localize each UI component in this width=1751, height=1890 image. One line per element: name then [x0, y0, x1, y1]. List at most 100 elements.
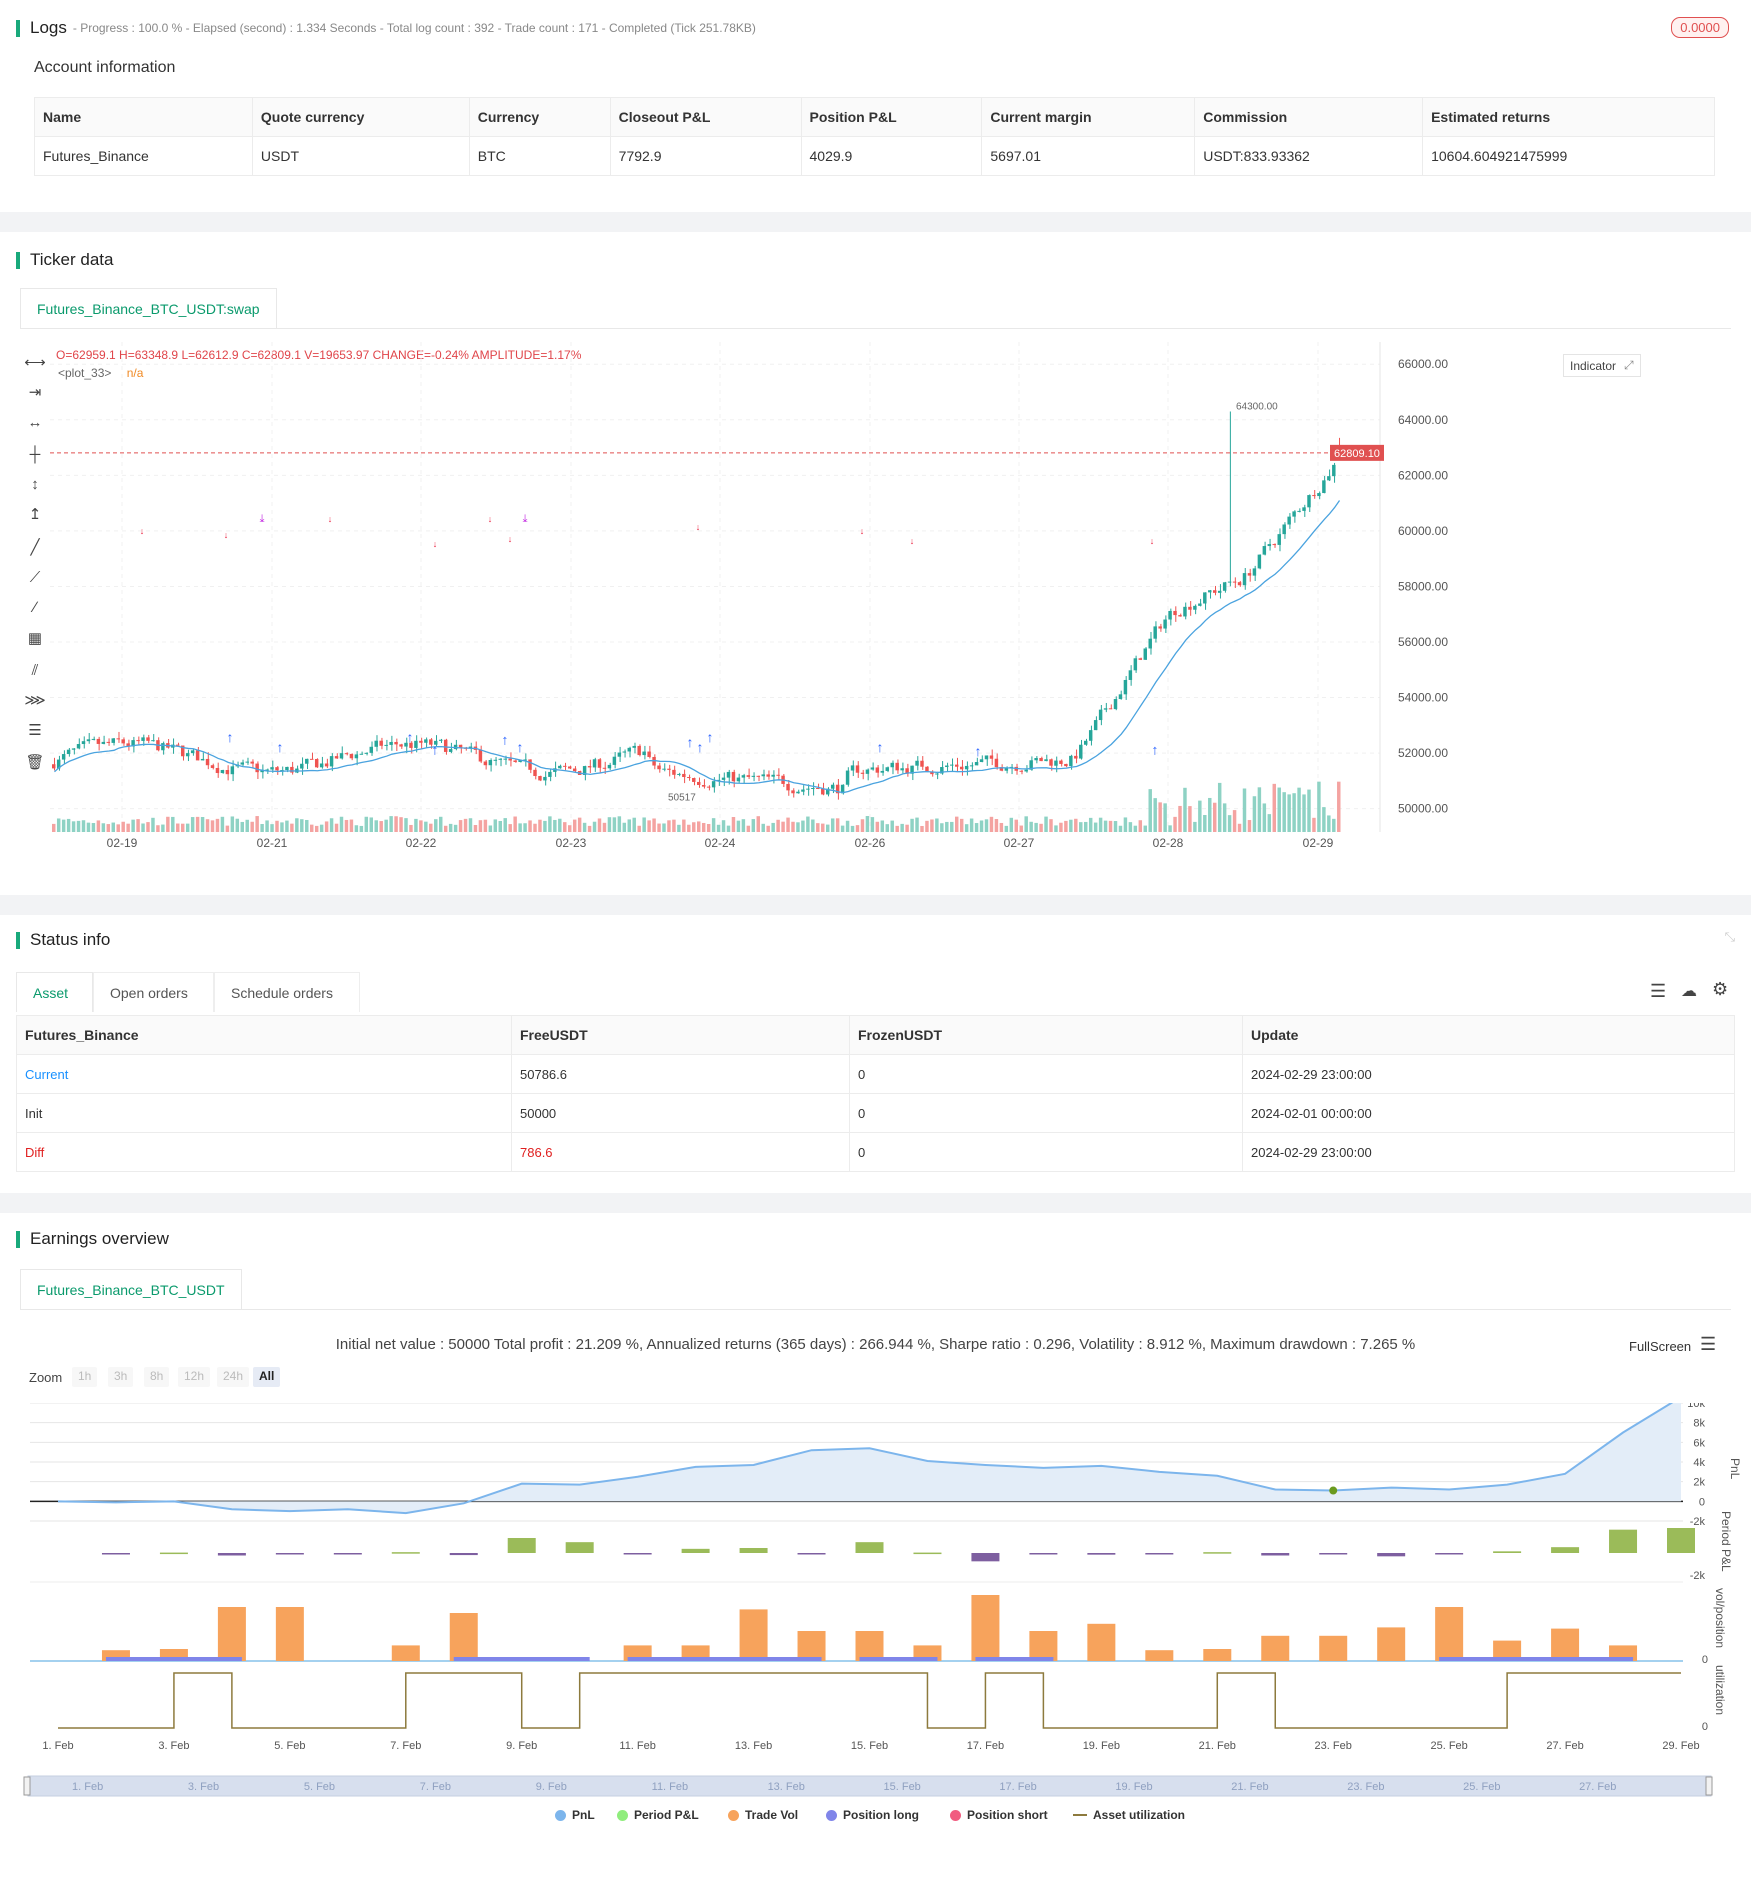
zoom-12h-button[interactable]: 12h [178, 1367, 211, 1387]
volume-bar [1217, 782, 1222, 832]
asset-col-header: Futures_Binance [16, 1015, 512, 1055]
long-signal-icon: ↑ [407, 729, 414, 745]
tab-asset[interactable]: Asset [16, 972, 93, 1012]
candle-body [275, 767, 279, 771]
volume-bar [86, 822, 91, 832]
volume-bar [950, 821, 954, 832]
legend-label: Trade Vol [745, 1808, 799, 1822]
volume-bar [706, 824, 711, 832]
zoom-1h-button[interactable]: 1h [72, 1367, 98, 1387]
period-pnl-bar [1493, 1551, 1522, 1553]
long-signal-icon: ↑ [502, 732, 509, 748]
menu-icon[interactable]: ☰ [1700, 1334, 1716, 1355]
pnl-tick-label: 0 [1699, 1496, 1705, 1508]
account-cell: 5697.01 [981, 136, 1196, 176]
zoom-all-button[interactable]: All [253, 1367, 281, 1387]
segment-tool-icon[interactable]: ∕ [24, 597, 46, 619]
volume-bar [632, 817, 636, 832]
date-tick-label: 21. Feb [1199, 1740, 1236, 1752]
candle-body [632, 745, 636, 748]
horizontal-line-tool-icon[interactable]: ⟷ [24, 352, 46, 374]
volume-bar [543, 820, 547, 832]
candle-body [746, 775, 751, 777]
candle-body [1173, 610, 1177, 616]
ray-tool-icon[interactable]: ⟋ [24, 567, 46, 589]
collapse-icon[interactable]: ⤡ [1725, 929, 1735, 945]
candle-body [543, 776, 547, 781]
candle-body [850, 765, 855, 771]
candle-body [215, 767, 220, 774]
list-icon[interactable]: ☰ [1650, 981, 1666, 1002]
volume-bar [612, 817, 617, 832]
candle-body [1113, 699, 1118, 710]
legend-item[interactable]: PnL [555, 1808, 595, 1822]
volume-bar [776, 819, 780, 832]
gear-icon[interactable]: ⚙ [1712, 979, 1728, 1000]
candle-body [1084, 740, 1088, 745]
volume-bar [766, 825, 770, 832]
zoom-8h-button[interactable]: 8h [144, 1367, 170, 1387]
position-long-bar [453, 1657, 590, 1661]
period-pnl-bar [1319, 1553, 1348, 1555]
vertical-ray-tool-icon[interactable]: ↕ [24, 474, 46, 496]
volume-bar [657, 823, 661, 832]
parallel-channel-tool-icon[interactable]: ⫽ [24, 660, 46, 682]
zoom-24h-button[interactable]: 24h [217, 1367, 250, 1387]
account-col-header: Estimated returns [1422, 97, 1715, 137]
pnl-axis-label: PnL [1728, 1458, 1742, 1480]
volume-bar [930, 819, 934, 832]
volume-bar [1088, 817, 1093, 832]
volume-bar [1143, 825, 1147, 832]
tab-open-orders[interactable]: Open orders [93, 972, 214, 1012]
tab-earnings-symbol[interactable]: Futures_Binance_BTC_USDT [20, 1269, 242, 1309]
vertical-line-tool-icon[interactable]: ┼ [24, 444, 46, 466]
candle-body [558, 765, 562, 769]
volume-bar [275, 820, 279, 832]
volume-bar [969, 818, 974, 832]
legend-item[interactable]: Trade Vol [728, 1808, 798, 1822]
volume-bar [424, 821, 428, 832]
legend-item[interactable]: Period P&L [617, 1808, 699, 1822]
period-pnl-bar [913, 1552, 942, 1555]
vertical-segment-tool-icon[interactable]: ↥ [24, 504, 46, 526]
cloud-download-icon[interactable]: ☁ [1681, 981, 1697, 1001]
legend-item[interactable]: Position short [950, 1808, 1048, 1822]
volume-bar [1213, 802, 1217, 832]
candle-body [622, 751, 627, 753]
trend-line-tool-icon[interactable]: ╱ [24, 537, 46, 559]
candle-body [86, 739, 91, 742]
fullscreen-button[interactable]: FullScreen [1629, 1339, 1691, 1354]
price-label-tool-icon[interactable]: ▦ [24, 628, 46, 650]
candlestick-chart[interactable]: 66000.00 64000.00 62000.00 60000.00 58000.00… [50, 342, 1666, 862]
legend-item[interactable]: Asset utilization [1073, 1808, 1185, 1822]
zoom-3h-button[interactable]: 3h [108, 1367, 134, 1387]
volume-bar [379, 821, 383, 832]
tab-schedule-orders[interactable]: Schedule orders [214, 972, 360, 1012]
candle-body [324, 763, 329, 767]
candle-body [1178, 615, 1182, 617]
short-signal-icon: ↓ [860, 526, 865, 536]
volume-bar [1138, 820, 1143, 832]
volume-bar [434, 819, 438, 832]
status-header: Status info [16, 930, 110, 950]
candle-body [1049, 759, 1053, 766]
candle-body [1237, 582, 1242, 586]
account-row: Futures_Binance USDT BTC 7792.9 4029.9 5697.0… [34, 136, 1715, 176]
candle-body [533, 769, 537, 777]
candle-body [1064, 763, 1068, 767]
horizontal-ray-tool-icon[interactable]: ⇥ [24, 382, 46, 404]
logs-title: Logs [30, 18, 67, 37]
extended-line-tool-icon[interactable]: ↔ [24, 412, 46, 434]
fib-retracement-tool-icon[interactable]: ☰ [24, 720, 46, 742]
pnl-tick-label: 4k [1693, 1457, 1705, 1469]
volume-bar [1327, 815, 1331, 832]
legend-item[interactable]: Position long [826, 1808, 919, 1822]
volume-bar [473, 824, 478, 832]
period-pnl-bar [971, 1553, 1000, 1562]
candle-body [721, 777, 726, 780]
volume-bar [414, 818, 418, 832]
trash-icon[interactable]: 🗑 [24, 752, 46, 774]
pitchfork-tool-icon[interactable]: ⋙ [24, 690, 46, 712]
current-price-label: 62809.10 [1334, 448, 1380, 460]
tab-ticker-swap[interactable]: Futures_Binance_BTC_USDT:swap [20, 288, 277, 328]
